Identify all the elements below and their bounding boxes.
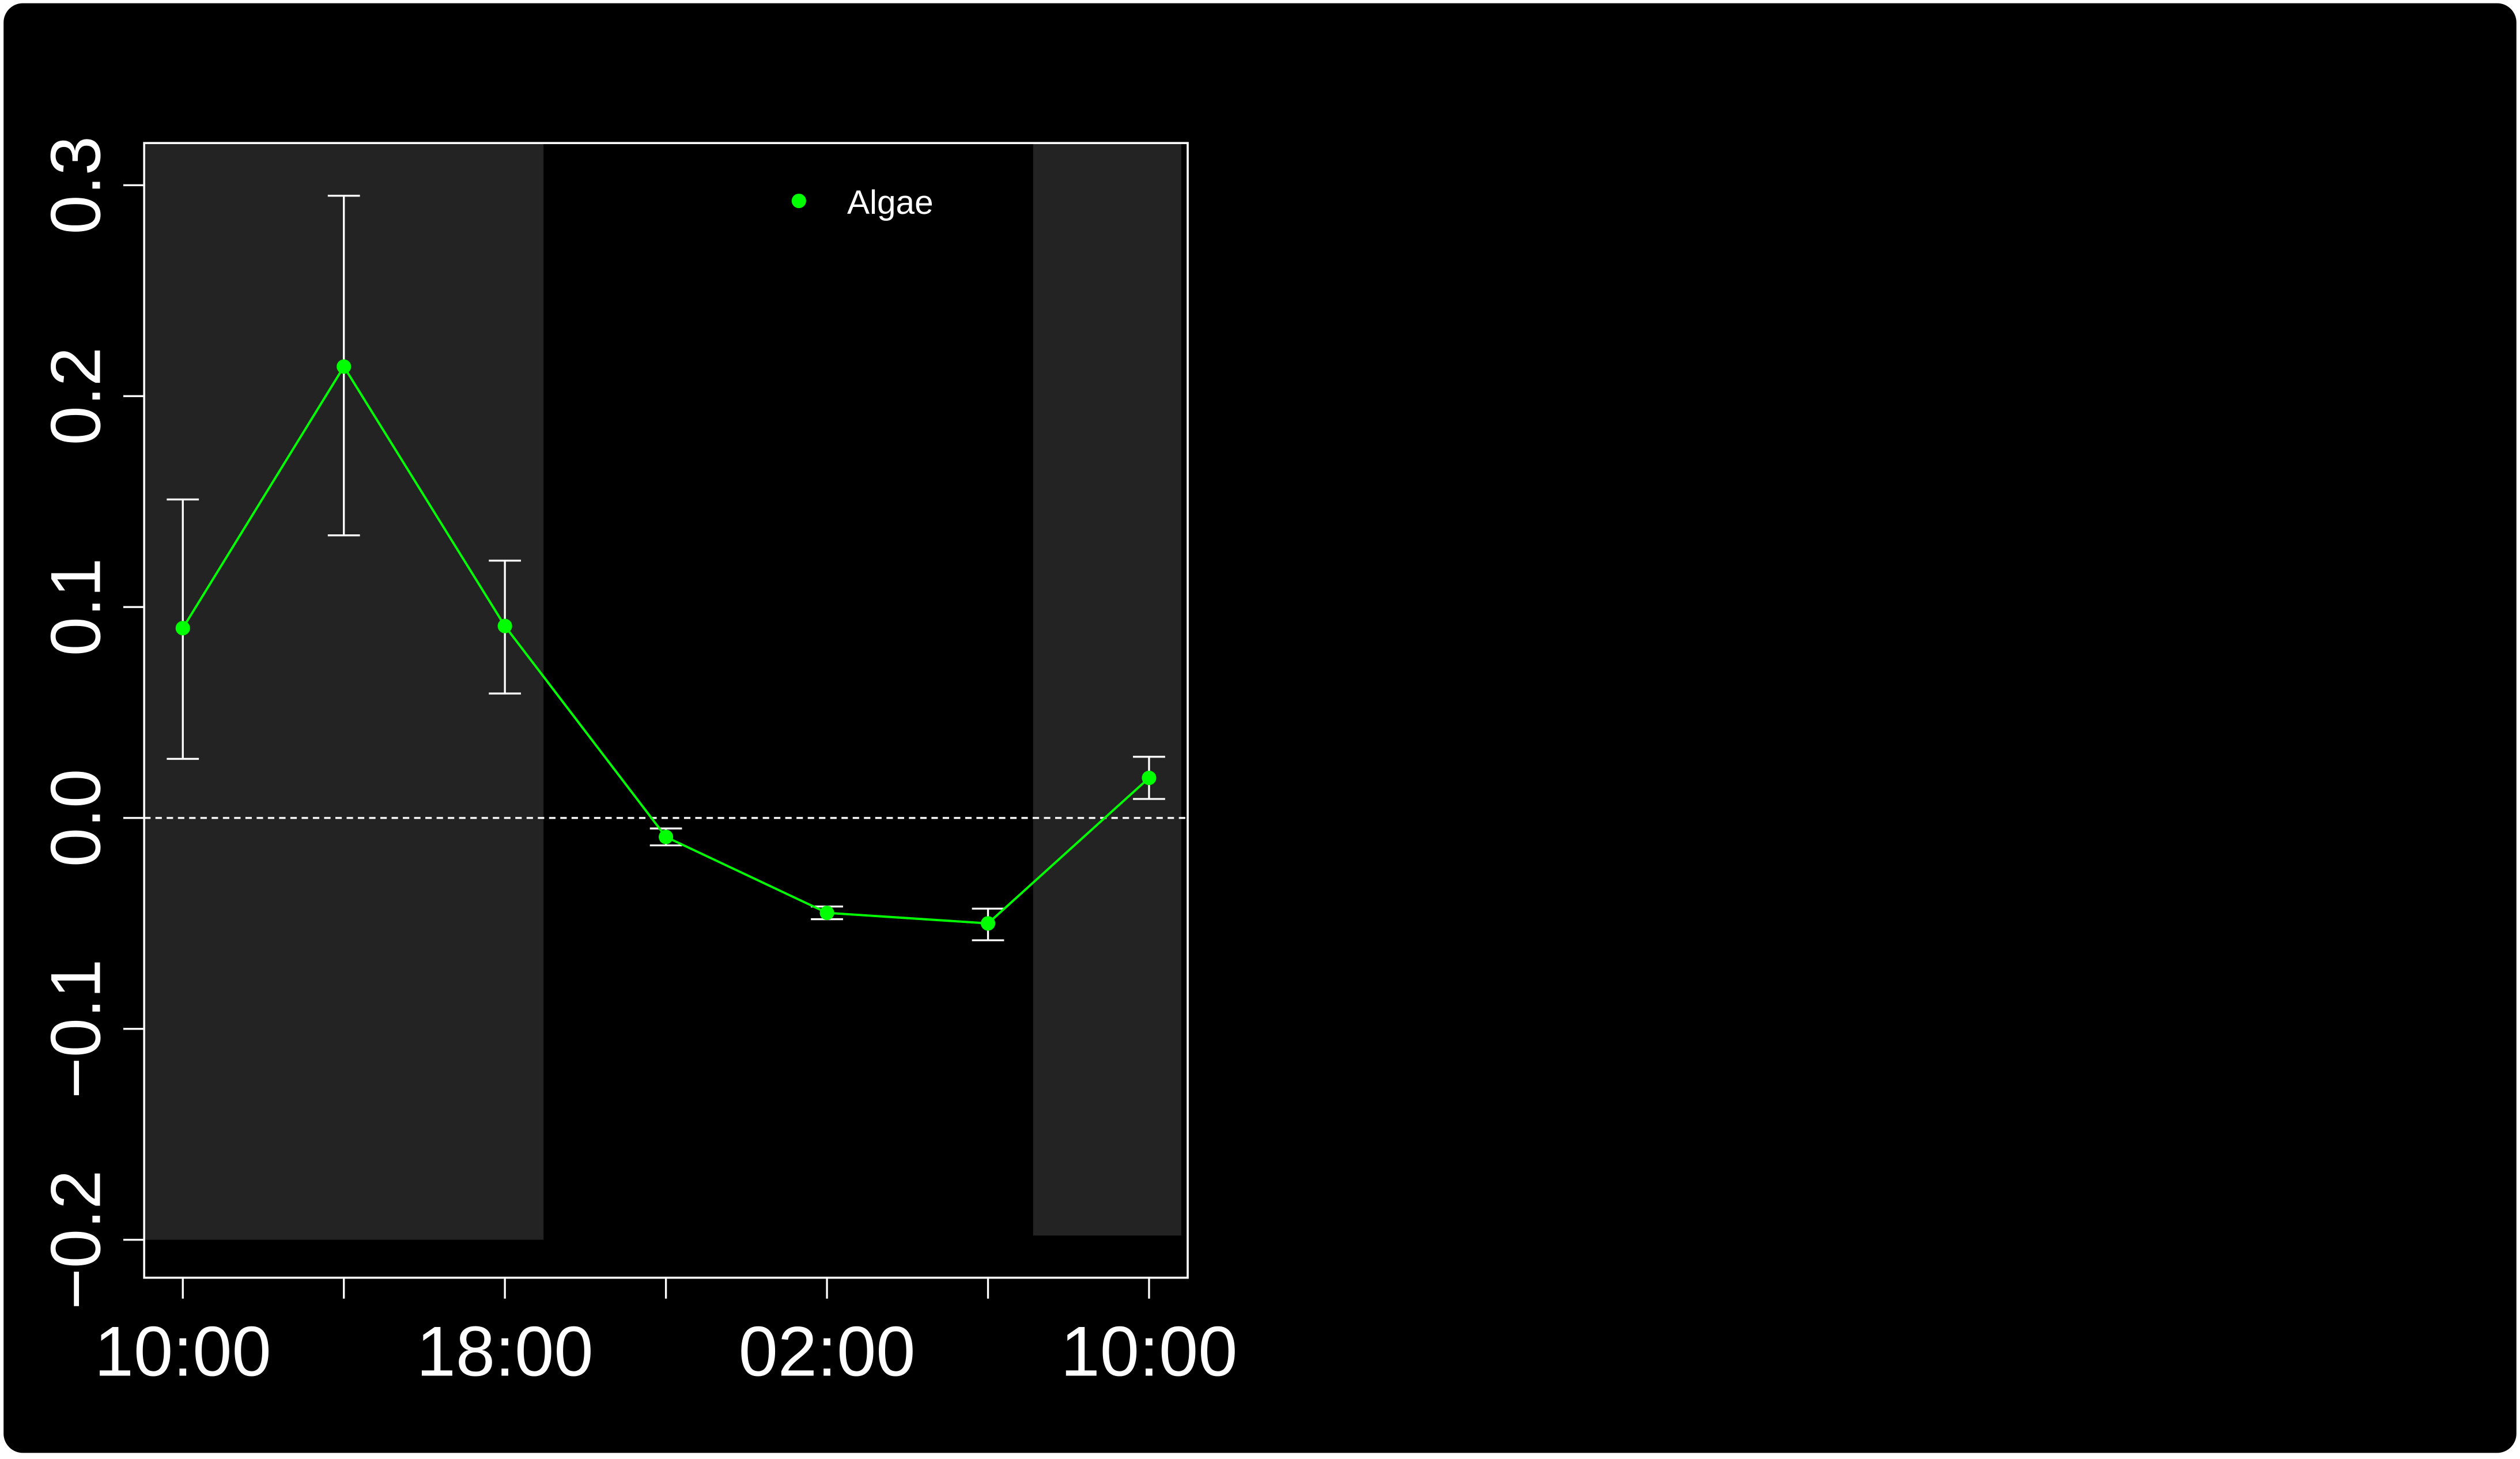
- legend-marker: [791, 193, 806, 209]
- plot-window: 10:00 18:00 02:00 10:00 −0.2 −0.1 0.0 0.1 0.2 0.…: [0, 0, 2520, 1456]
- data-point-2: [497, 619, 512, 634]
- data-point-4: [819, 906, 834, 921]
- data-point-3: [659, 830, 674, 845]
- y-tick-label-4: 0.2: [36, 347, 115, 446]
- x-tick-label-0: 10:00: [95, 1312, 271, 1391]
- y-tick-label-5: 0.3: [36, 136, 115, 235]
- y-tick-label-1: −0.1: [36, 959, 115, 1099]
- y-tick-label-0: −0.2: [36, 1170, 115, 1310]
- x-tick-label-1: 18:00: [417, 1312, 594, 1391]
- data-point-5: [980, 916, 996, 931]
- y-tick-label-2: 0.0: [36, 769, 115, 868]
- chart-canvas: 10:00 18:00 02:00 10:00 −0.2 −0.1 0.0 0.1 0.2 0.…: [3, 3, 2517, 1453]
- y-tick-label-3: 0.1: [36, 558, 115, 657]
- legend-label-algae: Algae: [847, 184, 934, 221]
- data-point-0: [175, 621, 190, 636]
- data-point-1: [337, 359, 352, 374]
- shaded-region-1: [1033, 143, 1181, 1236]
- x-tick-label-2: 02:00: [739, 1312, 916, 1391]
- x-tick-label-3: 10:00: [1060, 1312, 1237, 1391]
- data-point-6: [1142, 770, 1157, 785]
